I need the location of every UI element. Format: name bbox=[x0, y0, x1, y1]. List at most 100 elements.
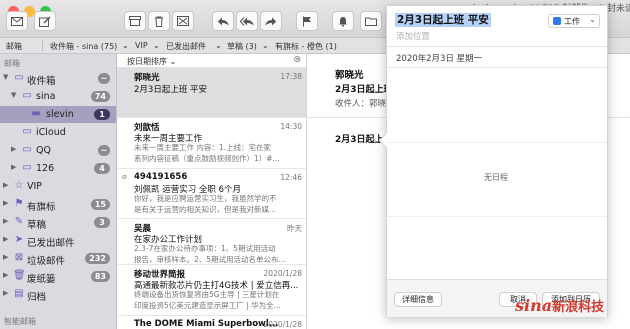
viewer-recipient[interactable]: 郭晓 bbox=[369, 97, 386, 109]
disclosure-closed-icon[interactable]: ▶ bbox=[3, 271, 8, 279]
sidebar-item-label: sina bbox=[36, 91, 56, 102]
favorite-inbox-sina[interactable]: 收件箱 - sina (75) bbox=[50, 41, 117, 52]
calendar-color-icon bbox=[553, 17, 561, 25]
message-subject: 2月3日起上班 平安 bbox=[134, 85, 208, 95]
favorite-flagged[interactable]: 有旗标 - 橙色 (1) bbox=[275, 41, 337, 52]
delete-button[interactable] bbox=[148, 11, 170, 31]
message-preview: 你好，我是应聘运营实习生，我虽然学的不 是有关于运营的相关知识，但是我对新媒..… bbox=[134, 194, 277, 214]
favorite-sent[interactable]: 已发出邮件 bbox=[166, 41, 206, 52]
message-row[interactable]: ⌀ 494191656 12:46 刘佩凯 运营实习 全职 6个月 你好，我是应… bbox=[117, 169, 306, 219]
disclosure-open-icon[interactable]: ▼ bbox=[3, 73, 8, 81]
activity-badge: ~ bbox=[98, 145, 110, 156]
folder-icon: ▬ bbox=[31, 108, 41, 119]
bell-icon bbox=[339, 16, 347, 27]
forward-icon bbox=[265, 17, 277, 25]
event-title-field[interactable]: 2月3日起上班 平安 bbox=[395, 13, 491, 27]
disclosure-closed-icon[interactable]: ▶ bbox=[3, 289, 8, 297]
popover-divider bbox=[387, 46, 607, 47]
watermark-brand: sina bbox=[515, 296, 553, 315]
popover-divider bbox=[387, 67, 607, 68]
disclosure-closed-icon[interactable]: ▶ bbox=[3, 217, 8, 225]
compose-button[interactable] bbox=[34, 11, 56, 31]
disclosure-closed-icon[interactable]: ▶ bbox=[11, 145, 16, 153]
activity-badge: ~ bbox=[98, 73, 110, 84]
sidebar-item-sina[interactable]: ▼ ▭ sina 74 bbox=[0, 88, 116, 105]
favorite-drafts[interactable]: 草稿 (3) bbox=[227, 41, 257, 52]
disclosure-closed-icon[interactable]: ▶ bbox=[11, 163, 16, 171]
message-row[interactable]: 移动世界简报 2020/1/28 高通最新款芯片仍主打4G技术 | 爱立信再..… bbox=[117, 265, 306, 316]
message-date: 2020/1/28 bbox=[263, 320, 302, 329]
sidebar-item-sent[interactable]: ▶ ➤ 已发出邮件 bbox=[0, 232, 116, 249]
reply-button[interactable] bbox=[212, 11, 234, 31]
inbox-icon: ▭ bbox=[22, 144, 32, 155]
archive-icon bbox=[129, 16, 141, 26]
favorite-drafts-chevron-icon: ⌄ bbox=[262, 41, 269, 50]
sort-by-date-menu[interactable]: 按日期排序 ⌄ bbox=[127, 56, 176, 67]
unread-count-badge: 3 bbox=[94, 217, 110, 228]
message-preview: 2.3-7在家办公待办事项：1、5期试用活动 报告，审核样本。2、5期试用活动名… bbox=[134, 244, 286, 264]
favorite-mailboxes[interactable]: 邮箱 bbox=[6, 41, 22, 52]
day-timeline: 无日程 bbox=[387, 69, 607, 279]
sidebar-item-trash[interactable]: ▶ 🗑 废纸篓 83 bbox=[0, 268, 116, 285]
message-row[interactable]: 吴晨 昨天 在家办公工作计划 2.3-7在家办公待办事项：1、5期试用活动 报告… bbox=[117, 219, 306, 265]
get-mail-button[interactable] bbox=[6, 11, 28, 31]
sidebar-item-archive[interactable]: ▶ ▤ 归档 bbox=[0, 286, 116, 303]
sidebar-item-qq[interactable]: ▶ ▭ QQ ~ bbox=[0, 142, 116, 159]
inbox-icon: ▭ bbox=[22, 126, 32, 137]
junk-button[interactable] bbox=[172, 11, 194, 31]
calendar-name: 工作 bbox=[564, 17, 580, 26]
sidebar-item-label: iCloud bbox=[36, 127, 66, 138]
inbox-icon: ▭ bbox=[22, 162, 32, 173]
folder-icon bbox=[365, 17, 377, 26]
filter-icon[interactable]: ⊜ bbox=[293, 55, 301, 65]
disclosure-closed-icon[interactable]: ▶ bbox=[3, 199, 8, 207]
disclosure-closed-icon[interactable]: ▶ bbox=[3, 253, 8, 261]
sidebar-item-126[interactable]: ▶ ▭ 126 4 bbox=[0, 160, 116, 177]
sidebar-item-slevin[interactable]: ▬ slevin 1 bbox=[0, 106, 116, 123]
sidebar-item-inbox[interactable]: ▼ ▭ 收件箱 ~ bbox=[0, 70, 116, 87]
sidebar-item-label: 归档 bbox=[27, 292, 47, 303]
trash-icon: 🗑 bbox=[13, 270, 26, 281]
message-date: 2020/1/28 bbox=[263, 269, 302, 278]
sidebar-item-drafts[interactable]: ▶ ✎ 草稿 3 bbox=[0, 214, 116, 231]
attachment-icon: ⌀ bbox=[122, 172, 127, 181]
sidebar-item-icloud[interactable]: ▭ iCloud bbox=[0, 124, 116, 141]
message-list: 按日期排序 ⌄ ⊜ 郭晓光 17:38 2月3日起上班 平安 刘歆恬 14:30… bbox=[117, 54, 307, 329]
sidebar-item-junk[interactable]: ▶ ⊠ 垃圾邮件 232 bbox=[0, 250, 116, 267]
mailboxes-section-title[interactable]: 邮箱 bbox=[4, 58, 20, 69]
message-row[interactable]: 刘歆恬 14:30 未来一周主要工作 未来一周主要工作 内容：1.上线：宅在家 … bbox=[117, 118, 306, 169]
favorite-vip[interactable]: VIP bbox=[135, 41, 148, 50]
disclosure-closed-icon[interactable]: ▶ bbox=[3, 181, 8, 189]
star-icon: ☆ bbox=[14, 180, 24, 191]
flag-icon bbox=[303, 16, 311, 26]
archive-button[interactable] bbox=[124, 11, 146, 31]
event-datetime[interactable]: 2020年2月3日 星期一 bbox=[396, 52, 482, 64]
sidebar-item-label: QQ bbox=[36, 145, 51, 156]
reply-all-button[interactable] bbox=[236, 11, 258, 31]
mailbox-sidebar: 邮箱 ▼ ▭ 收件箱 ~ ▼ ▭ sina 74 ▬ slevin 1 ▭ iC… bbox=[0, 54, 117, 329]
disclosure-open-icon[interactable]: ▼ bbox=[11, 91, 16, 99]
disclosure-closed-icon[interactable]: ▶ bbox=[3, 235, 8, 243]
forward-button[interactable] bbox=[260, 11, 282, 31]
smart-mailboxes-section-title[interactable]: 智能邮箱 bbox=[4, 316, 36, 327]
mute-button[interactable] bbox=[332, 11, 354, 31]
detected-event-link[interactable]: 2月3日起上 bbox=[335, 132, 384, 145]
location-field[interactable]: 添加位置 bbox=[396, 30, 430, 42]
sidebar-item-flagged[interactable]: ▶ ⚑ 有旗标 15 bbox=[0, 196, 116, 213]
details-button[interactable]: 详细信息 bbox=[394, 292, 442, 307]
unread-count-badge: 15 bbox=[90, 199, 110, 210]
flag-button[interactable] bbox=[296, 11, 318, 31]
move-button[interactable] bbox=[360, 11, 382, 31]
reply-icon bbox=[217, 17, 229, 25]
sidebar-item-label: 废纸篓 bbox=[27, 274, 56, 285]
sidebar-item-vip[interactable]: ▶ ☆ VIP bbox=[0, 178, 116, 195]
message-row-selected[interactable]: 郭晓光 17:38 2月3日起上班 平安 bbox=[117, 68, 306, 118]
unread-count-badge: 4 bbox=[94, 163, 110, 174]
sidebar-item-label: slevin bbox=[46, 109, 74, 120]
calendar-selector[interactable]: 工作 ⌄ bbox=[548, 14, 600, 28]
message-preview: 未来一周主要工作 内容：1.上线：宅在家 系列内容征稿（重点鼓励视频创作）1）#… bbox=[134, 143, 280, 163]
sidebar-item-label: 收件箱 bbox=[27, 76, 56, 87]
sidebar-item-label: 有旗标 bbox=[27, 202, 56, 213]
message-row[interactable]: The DOME Miami Superbowl... 2020/1/28 bbox=[117, 316, 306, 329]
reply-all-icon bbox=[240, 16, 254, 26]
